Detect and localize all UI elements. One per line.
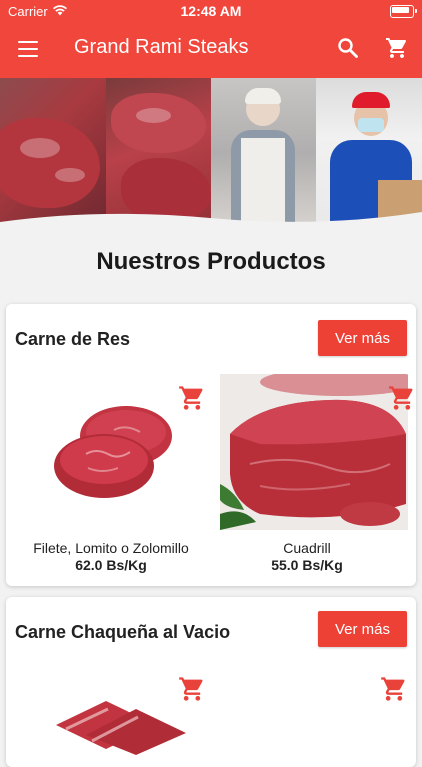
add-to-cart-icon[interactable] bbox=[178, 675, 206, 703]
app-title: Grand Rami Steaks bbox=[74, 36, 249, 58]
hero-wave-divider bbox=[0, 212, 422, 228]
top-app-bar: Carrier 12:48 AM Grand Rami Steaks bbox=[0, 0, 422, 78]
status-bar: Carrier 12:48 AM bbox=[0, 0, 422, 22]
battery-icon bbox=[390, 5, 417, 18]
category-title: Carne Chaqueña al Vacio bbox=[15, 622, 231, 642]
product-price: 55.0 Bs/Kg bbox=[271, 557, 343, 573]
category-card-carne-de-res: Carne de Res Ver más Filete, Lomito o Zo… bbox=[6, 304, 416, 586]
product-price: 62.0 Bs/Kg bbox=[75, 557, 147, 573]
add-to-cart-icon[interactable] bbox=[380, 675, 408, 703]
product-name: Cuadrill bbox=[283, 540, 331, 556]
status-time: 12:48 AM bbox=[180, 3, 242, 19]
category-card-carne-chaquena: Carne Chaqueña al Vacio Ver más bbox=[6, 597, 416, 767]
add-to-cart-icon[interactable] bbox=[178, 384, 206, 412]
hero-banner bbox=[0, 78, 422, 228]
ver-mas-button[interactable]: Ver más bbox=[318, 611, 407, 647]
ver-mas-button[interactable]: Ver más bbox=[318, 320, 407, 356]
product-image[interactable] bbox=[220, 374, 408, 530]
app-bar: Grand Rami Steaks bbox=[0, 22, 422, 78]
add-to-cart-icon[interactable] bbox=[388, 384, 416, 412]
menu-icon[interactable] bbox=[18, 41, 38, 57]
category-title: Carne de Res bbox=[15, 329, 131, 349]
search-icon[interactable] bbox=[336, 36, 360, 60]
product-name: Filete, Lomito o Zolomillo bbox=[33, 540, 189, 556]
product-image[interactable] bbox=[26, 374, 194, 530]
shopping-cart-icon[interactable] bbox=[385, 36, 409, 60]
section-title: Nuestros Productos bbox=[96, 248, 326, 275]
product-image[interactable] bbox=[46, 695, 196, 755]
